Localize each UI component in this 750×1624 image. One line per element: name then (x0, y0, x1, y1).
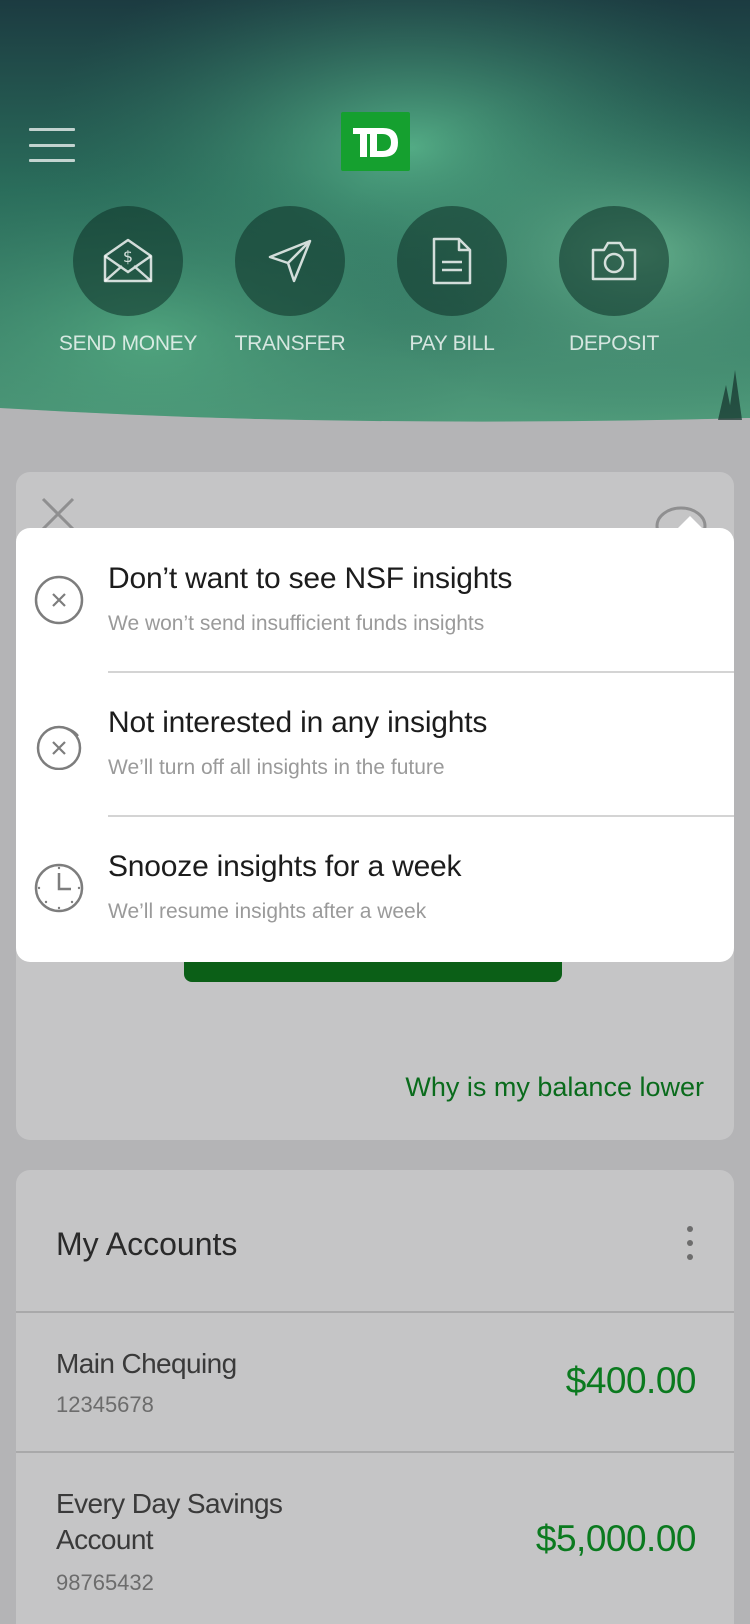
account-number: 12345678 (56, 1392, 154, 1417)
deposit-label: DEPOSIT (568, 332, 660, 355)
quick-actions: $ SEND MONEY TRANSFER PAY BILL DEPOSIT (0, 206, 750, 366)
option-subtitle: We’ll resume insights after a week (108, 900, 427, 923)
more-options-icon[interactable] (686, 1226, 694, 1260)
deposit-button[interactable] (559, 206, 669, 316)
pay-bill-label: PAY BILL (409, 332, 495, 355)
pay-bill-action[interactable]: PAY BILL (371, 206, 533, 356)
hamburger-menu-icon[interactable] (29, 128, 75, 162)
account-name: Main Chequing (56, 1348, 237, 1379)
svg-text:$: $ (123, 247, 133, 266)
option-hide-nsf-insights[interactable]: Don’t want to see NSF insights We won’t … (16, 528, 734, 672)
pay-bill-button[interactable] (397, 206, 507, 316)
option-title: Don’t want to see NSF insights (108, 562, 513, 595)
insight-feedback-menu: Don’t want to see NSF insights We won’t … (16, 516, 734, 962)
stacked-circle-x-icon (36, 725, 82, 770)
transfer-label: TRANSFER (234, 332, 346, 355)
td-logo-icon (353, 128, 398, 157)
envelope-dollar-icon: $ (103, 238, 153, 283)
deposit-action[interactable]: DEPOSIT (533, 206, 695, 356)
accounts-title: My Accounts (56, 1226, 238, 1262)
transfer-button[interactable] (235, 206, 345, 316)
option-title: Snooze insights for a week (108, 850, 462, 883)
account-balance: $5,000.00 (535, 1518, 697, 1559)
transfer-action[interactable]: TRANSFER (209, 206, 371, 356)
option-disable-all-insights[interactable]: Not interested in any insights We’ll tur… (16, 672, 734, 816)
close-icon[interactable] (40, 496, 76, 532)
account-number: 98765432 (56, 1570, 154, 1595)
option-snooze-insights[interactable]: Snooze insights for a week We’ll resume … (16, 816, 734, 960)
header-hero: $ SEND MONEY TRANSFER PAY BILL DEPOSIT (0, 0, 750, 445)
account-name: Every Day Savings (56, 1488, 283, 1519)
send-money-action[interactable]: $ SEND MONEY (47, 206, 209, 356)
send-money-label: SEND MONEY (58, 332, 198, 355)
camera-icon (591, 241, 637, 281)
paper-plane-icon (268, 239, 312, 283)
divider (16, 1451, 734, 1453)
send-money-button[interactable]: $ (73, 206, 183, 316)
option-subtitle: We won’t send insufficient funds insight… (108, 612, 485, 635)
td-logo (341, 112, 410, 171)
option-title: Not interested in any insights (108, 706, 488, 739)
account-name-line2: Account (56, 1524, 154, 1555)
clock-icon (34, 863, 84, 913)
document-icon (432, 237, 472, 285)
circle-x-icon (34, 575, 84, 625)
option-subtitle: We’ll turn off all insights in the futur… (108, 756, 445, 779)
accounts-card: My Accounts Main Chequing 12345678 $400.… (16, 1170, 734, 1624)
divider (16, 1311, 734, 1313)
why-balance-lower-link[interactable]: Why is my balance lower (405, 1072, 704, 1103)
account-balance: $400.00 (565, 1360, 697, 1401)
